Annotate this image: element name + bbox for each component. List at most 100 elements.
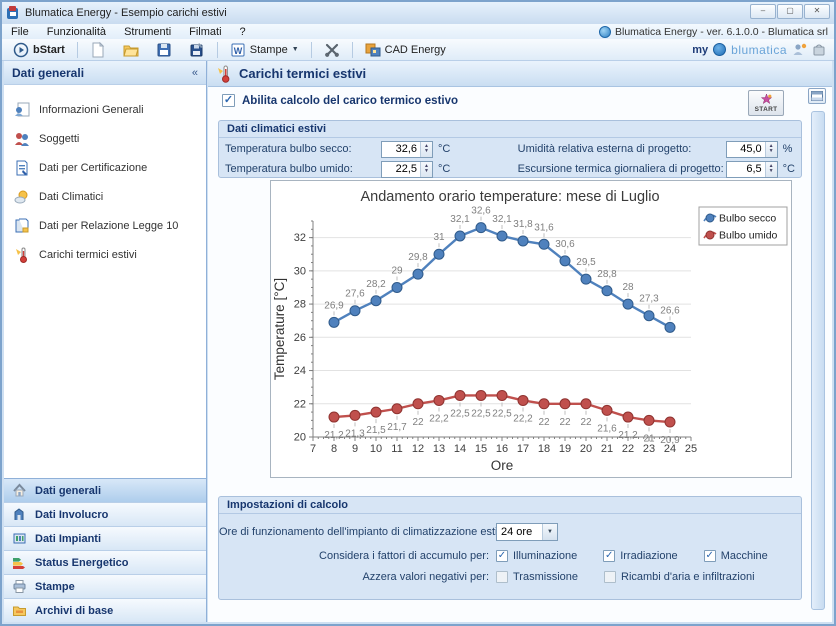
bulbo-umido-spinner[interactable]: 22,5 ▲▼ [381, 161, 433, 178]
sidebar-item-carichi-termici-estivi[interactable]: Carichi termici estivi [4, 240, 206, 269]
sidebar-section-status-energetico[interactable]: Status Energetico [4, 550, 206, 574]
checkbox-macchine[interactable]: ✓ Macchine [704, 550, 768, 562]
panel-toggle-button[interactable] [808, 88, 826, 104]
svg-text:Ore: Ore [491, 458, 514, 473]
svg-text:26,9: 26,9 [324, 300, 344, 311]
user-account-icon[interactable] [792, 43, 807, 57]
save-as-button[interactable] [182, 40, 212, 60]
field-value: 32,6 [382, 142, 420, 157]
menu-filmati[interactable]: Filmati [180, 25, 230, 39]
spin-down-icon[interactable]: ▼ [769, 149, 774, 154]
sidebar-section-archivi-di-base[interactable]: Archivi di base [4, 598, 206, 622]
open-button[interactable] [116, 40, 146, 60]
sidebar-item-informazioni-generali[interactable]: Informazioni Generali [4, 95, 206, 124]
checkbox-irradiazione[interactable]: ✓ Irradiazione [603, 550, 677, 562]
option-label: Illuminazione [513, 550, 577, 562]
spin-down-icon[interactable]: ▼ [769, 169, 774, 174]
hours-value: 24 ore [497, 524, 542, 540]
svg-text:21,2: 21,2 [618, 430, 638, 441]
svg-text:15: 15 [475, 443, 487, 455]
minimize-button[interactable]: – [750, 4, 776, 19]
toolbar: bStart [2, 39, 834, 61]
checkbox-trasmissione[interactable]: Trasmissione [496, 571, 578, 583]
printer-icon [12, 579, 27, 594]
checkbox-icon[interactable]: ✓ [704, 550, 716, 562]
menu-help[interactable]: ? [231, 25, 255, 39]
sidebar-item-dati-per-certificazione[interactable]: Dati per Certificazione [4, 153, 206, 182]
enable-calc-checkbox[interactable]: ✓ [222, 94, 235, 107]
sidebar-item-dati-relazione-legge-10[interactable]: Dati per Relazione Legge 10 [4, 211, 206, 240]
checkbox-icon[interactable] [604, 571, 616, 583]
bulbo-secco-spinner[interactable]: 32,6 ▲▼ [381, 141, 433, 158]
general-info-icon [14, 102, 30, 118]
svg-text:Andamento orario temperature:: Andamento orario temperature: mese di Lu… [360, 189, 659, 205]
sidebar-section-dati-impianti[interactable]: Dati Impianti [4, 526, 206, 550]
checkbox-illuminazione[interactable]: ✓ Illuminazione [496, 550, 577, 562]
sidebar-section-dati-generali[interactable]: Dati generali [4, 478, 206, 502]
svg-text:31,8: 31,8 [513, 219, 533, 230]
svg-text:22,5: 22,5 [471, 408, 491, 419]
collapse-chevron-icon[interactable]: « [192, 67, 198, 79]
cart-icon[interactable] [812, 43, 826, 57]
cad-energy-button[interactable]: CAD Energy [358, 40, 453, 60]
spin-down-icon[interactable]: ▼ [424, 149, 429, 154]
sidebar-section-label: Dati Impianti [35, 533, 101, 545]
field-label: Umidità relativa esterna di progetto: [518, 143, 726, 155]
svg-text:32: 32 [294, 232, 306, 244]
accumulo-row: Considera i fattori di accumulo per: ✓ I… [219, 550, 801, 562]
field-umidita: Umidità relativa esterna di progetto: 45… [470, 141, 795, 157]
start-button[interactable]: START [748, 90, 784, 116]
sidebar-section-dati-involucro[interactable]: Dati Involucro [4, 502, 206, 526]
archive-folder-icon [12, 603, 27, 618]
sidebar-section-label: Dati generali [35, 485, 101, 497]
stampe-button[interactable]: W Stampe ▼ [223, 40, 306, 60]
field-unit: °C [438, 143, 450, 155]
new-button[interactable] [83, 40, 113, 60]
tools-button[interactable] [317, 40, 347, 60]
bstart-button[interactable]: bStart [6, 40, 72, 60]
svg-text:20,9: 20,9 [660, 435, 680, 446]
report-documents-icon [14, 218, 30, 234]
menu-bar: File Funzionalità Strumenti Filmati ? Bl… [2, 24, 834, 39]
checkbox-icon[interactable]: ✓ [603, 550, 615, 562]
toolbar-separator [352, 42, 353, 58]
svg-text:Temperature [°C]: Temperature [°C] [272, 278, 287, 380]
checkbox-icon[interactable]: ✓ [496, 550, 508, 562]
sidebar-item-label: Informazioni Generali [39, 104, 144, 116]
sidebar: Dati generali « Informazioni Generali [4, 61, 207, 622]
azzera-label: Azzera valori negativi per: [219, 571, 489, 583]
hours-dropdown[interactable]: 24 ore ▼ [496, 523, 558, 541]
checkbox-ricambi-aria[interactable]: Ricambi d'aria e infiltrazioni [604, 571, 755, 583]
spin-down-icon[interactable]: ▼ [424, 169, 429, 174]
sidebar-section-stampe[interactable]: Stampe [4, 574, 206, 598]
menu-funzionalita[interactable]: Funzionalità [38, 25, 115, 39]
azzera-row: Azzera valori negativi per: Trasmissione… [219, 571, 801, 583]
new-document-icon [90, 42, 106, 58]
energy-class-icon [12, 555, 27, 570]
checkbox-icon[interactable] [496, 571, 508, 583]
umidita-spinner[interactable]: 45,0 ▲▼ [726, 141, 778, 158]
option-label: Ricambi d'aria e infiltrazioni [621, 571, 755, 583]
collapsed-side-panel[interactable] [811, 111, 825, 610]
menu-file[interactable]: File [2, 25, 38, 39]
building-icon [12, 507, 27, 522]
save-button[interactable] [149, 40, 179, 60]
svg-text:23: 23 [643, 443, 655, 455]
sidebar-item-soggetti[interactable]: Soggetti [4, 124, 206, 153]
hvac-system-icon [12, 531, 27, 546]
cad-energy-icon [365, 42, 381, 58]
dropdown-arrow-icon[interactable]: ▼ [542, 524, 557, 540]
sidebar-item-dati-climatici[interactable]: Dati Climatici [4, 182, 206, 211]
close-button[interactable]: ✕ [804, 4, 830, 19]
escursione-spinner[interactable]: 6,5 ▲▼ [726, 161, 778, 178]
menu-strumenti[interactable]: Strumenti [115, 25, 180, 39]
save-as-floppy-icon [189, 42, 205, 58]
svg-text:32,6: 32,6 [471, 206, 491, 217]
svg-text:21,7: 21,7 [387, 422, 407, 433]
version-text: Blumatica Energy - ver. 6.1.0.0 - Blumat… [615, 26, 828, 38]
play-circle-icon [13, 42, 29, 58]
field-bulbo-secco: Temperatura bulbo secco: 32,6 ▲▼ °C [225, 141, 470, 157]
maximize-button[interactable]: ▢ [777, 4, 803, 19]
svg-text:19: 19 [559, 443, 571, 455]
sidebar-item-label: Dati per Certificazione [39, 162, 147, 174]
